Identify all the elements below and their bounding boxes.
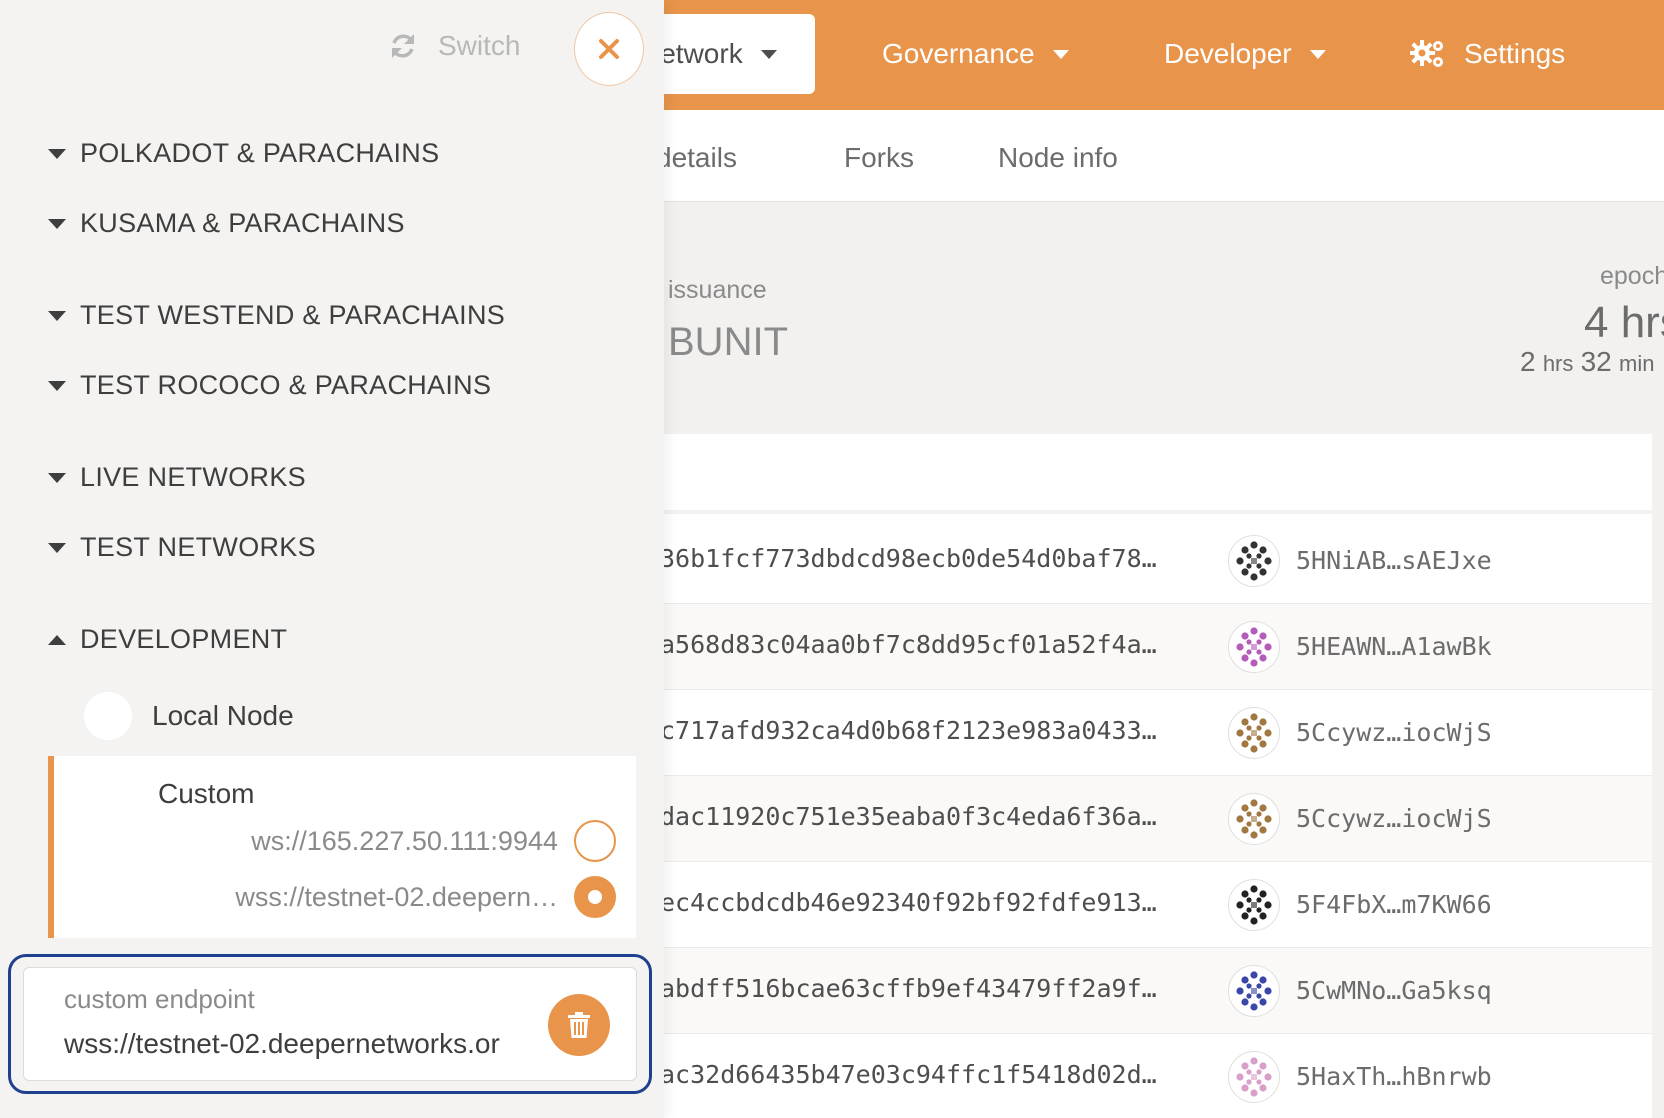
epoch-value: 4 hrs (1584, 298, 1664, 347)
issuance-label: issuance (668, 276, 767, 304)
group-label: LIVE NETWORKS (80, 462, 306, 492)
nav-tab-settings[interactable]: Settings (1410, 14, 1565, 94)
nav-tab-governance-label: Governance (882, 38, 1035, 69)
block-hash[interactable]: dac11920c751e35eaba0f3c4eda6f36a… (660, 802, 1157, 831)
group-polkadot[interactable]: POLKADOT & PARACHAINS (48, 138, 439, 169)
caret-down-icon (48, 218, 66, 229)
epoch-remaining: 2 hrs 32 min (1520, 346, 1654, 378)
block-hash[interactable]: ac32d66435b47e03c94ffc1f5418d02d… (660, 1060, 1157, 1089)
epoch-hours: 2 (1520, 346, 1536, 377)
author-address[interactable]: 5F4FbX…m7KW66 (1296, 890, 1492, 919)
author-address[interactable]: 5HEAWN…A1awBk (1296, 632, 1492, 661)
nav-tab-developer-label: Developer (1164, 38, 1292, 69)
group-label: TEST NETWORKS (80, 532, 316, 562)
custom-title: Custom (158, 778, 255, 809)
block-hash[interactable]: 36b1fcf773dbdcd98ecb0de54d0baf78… (660, 544, 1157, 573)
caret-down-icon (48, 542, 66, 553)
custom-endpoint-label: custom endpoint (64, 984, 255, 1014)
author-address[interactable]: 5HaxTh…hBnrwb (1296, 1062, 1492, 1091)
radio-dot-icon (588, 890, 602, 904)
gears-icon (1410, 40, 1443, 67)
sub-tab-details[interactable]: details (656, 142, 737, 174)
group-rococo[interactable]: TEST ROCOCO & PARACHAINS (48, 370, 491, 401)
custom-endpoint-field[interactable]: custom endpoint wss://testnet-02.deepern… (23, 967, 637, 1081)
trash-icon (568, 1012, 590, 1038)
caret-down-icon (48, 310, 66, 321)
group-label: TEST ROCOCO & PARACHAINS (80, 370, 492, 400)
identicon-icon[interactable] (1228, 621, 1280, 673)
block-hash[interactable]: ec4ccbdcdb46e92340f92bf92fdfe913… (660, 888, 1157, 917)
sub-tab-node-info[interactable]: Node info (998, 142, 1118, 174)
radio-button-selected[interactable] (574, 876, 616, 918)
chevron-down-icon (1052, 49, 1069, 59)
epoch-minutes: 32 (1580, 346, 1612, 377)
close-icon (599, 39, 619, 59)
network-option-label: Local Node (152, 700, 294, 731)
group-label: POLKADOT & PARACHAINS (80, 138, 440, 168)
close-button[interactable] (574, 12, 644, 86)
block-hash[interactable]: c717afd932ca4d0b68f2123e983a0433… (660, 716, 1157, 745)
nav-tab-network-label: letwork (654, 38, 743, 69)
network-option-local-node[interactable]: Local Node (84, 692, 294, 740)
switch-button-label: Switch (438, 30, 521, 61)
epoch-label: epoch (1600, 262, 1664, 290)
identicon-icon[interactable] (1228, 879, 1280, 931)
caret-down-icon (48, 472, 66, 483)
network-selector-sidebar: Switch POLKADOT & PARACHAINS KUSAMA & PA… (0, 0, 664, 1118)
identicon-icon[interactable] (1228, 965, 1280, 1017)
group-label: DEVELOPMENT (80, 624, 288, 654)
radio-button[interactable] (574, 820, 616, 862)
delete-endpoint-button[interactable] (548, 994, 610, 1056)
group-development[interactable]: DEVELOPMENT (48, 624, 287, 655)
caret-up-icon (48, 634, 66, 645)
block-hash[interactable]: abdff516bcae63cffb9ef43479ff2a9f… (660, 974, 1157, 1003)
custom-endpoint-option-selected[interactable]: wss://testnet-02.deepern… (235, 876, 616, 918)
refresh-icon (392, 34, 414, 58)
group-kusama[interactable]: KUSAMA & PARACHAINS (48, 208, 405, 239)
group-test-networks[interactable]: TEST NETWORKS (48, 532, 316, 563)
nav-tab-developer[interactable]: Developer (1164, 14, 1326, 94)
caret-down-icon (48, 148, 66, 159)
custom-endpoint-option[interactable]: ws://165.227.50.111:9944 (251, 820, 616, 862)
nav-tab-governance[interactable]: Governance (882, 14, 1069, 94)
group-live-networks[interactable]: LIVE NETWORKS (48, 462, 306, 493)
network-option-custom[interactable]: Custom ws://165.227.50.111:9944 wss://te… (48, 756, 636, 938)
endpoint-url: wss://testnet-02.deepern… (235, 881, 558, 912)
chevron-down-icon (1309, 49, 1326, 59)
block-hash[interactable]: a568d83c04aa0bf7c8dd95cf01a52f4a… (660, 630, 1157, 659)
group-westend[interactable]: TEST WESTEND & PARACHAINS (48, 300, 505, 331)
custom-endpoint-highlight: custom endpoint wss://testnet-02.deepern… (8, 954, 652, 1094)
identicon-icon[interactable] (1228, 793, 1280, 845)
group-label: TEST WESTEND & PARACHAINS (80, 300, 506, 330)
nav-tab-settings-label: Settings (1464, 38, 1566, 69)
identicon-icon[interactable] (1228, 707, 1280, 759)
epoch-minutes-unit: min (1619, 351, 1655, 376)
caret-down-icon (48, 380, 66, 391)
author-address[interactable]: 5Ccywz…iocWjS (1296, 804, 1492, 833)
identicon-icon[interactable] (1228, 1051, 1280, 1103)
author-address[interactable]: 5HNiAB…sAEJxe (1296, 546, 1492, 575)
group-label: KUSAMA & PARACHAINS (80, 208, 405, 238)
issuance-value: BUNIT (668, 320, 788, 364)
endpoint-url: ws://165.227.50.111:9944 (251, 825, 558, 856)
network-logo (84, 692, 132, 740)
author-address[interactable]: 5CwMNo…Ga5ksq (1296, 976, 1492, 1005)
epoch-hours-unit: hrs (1542, 351, 1574, 376)
custom-endpoint-input[interactable]: wss://testnet-02.deepernetworks.or (64, 1028, 534, 1060)
identicon-icon[interactable] (1228, 535, 1280, 587)
author-address[interactable]: 5Ccywz…iocWjS (1296, 718, 1492, 747)
sub-tab-forks[interactable]: Forks (844, 142, 914, 174)
chevron-down-icon (760, 49, 777, 59)
switch-button[interactable]: Switch (388, 30, 520, 62)
